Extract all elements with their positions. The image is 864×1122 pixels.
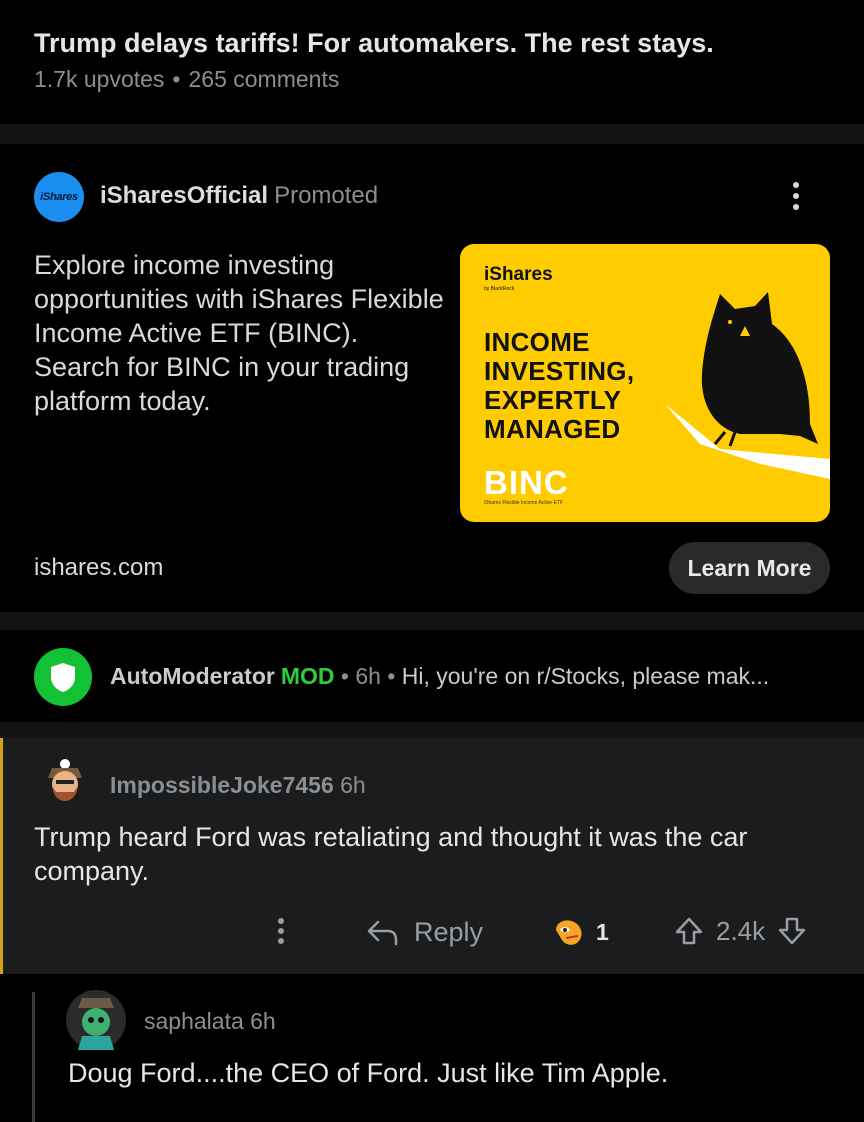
reply-button[interactable]: Reply [366, 914, 483, 950]
ad-overflow-menu-icon[interactable] [786, 178, 806, 214]
vote-score: 2.4k [716, 915, 766, 946]
comment-username[interactable]: ImpossibleJoke7456 [110, 772, 334, 798]
post-title[interactable]: Trump delays tariffs! For automakers. Th… [34, 28, 714, 59]
ad-image-brand: iShares [484, 264, 553, 285]
mod-badge: MOD [280, 663, 335, 689]
promoted-ad-card[interactable]: iShares iSharesOfficial Promoted Explore … [0, 144, 864, 612]
post-header: Trump delays tariffs! For automakers. Th… [0, 0, 864, 124]
ad-image-ticker-sub: iShares Flexible Income Active ETF [484, 500, 563, 506]
owl-on-branch-icon [665, 292, 830, 479]
user-avatar[interactable] [66, 990, 126, 1050]
award-icon [556, 920, 582, 945]
section-divider [0, 124, 864, 144]
headline-line: INVESTING, [484, 356, 635, 386]
section-divider [0, 612, 864, 630]
headline-line: INCOME [484, 327, 590, 357]
comment-time: 6h [340, 772, 366, 798]
advertiser-avatar-text: iShares [40, 191, 78, 203]
comment-overflow-menu-icon[interactable] [274, 916, 288, 946]
thread-line[interactable] [32, 992, 35, 1122]
ad-image[interactable]: iShares by BlackRock INCOME INVESTING, E… [460, 244, 830, 522]
upvote-count: 1.7k upvotes [34, 66, 165, 92]
comment-body: Trump heard Ford was retaliating and tho… [34, 822, 748, 886]
reply-label: Reply [414, 916, 484, 947]
automoderator-comment[interactable]: AutoModerator MOD • 6h • Hi, you're on r/… [0, 630, 864, 722]
comment-meta: saphalata 6h [144, 1008, 276, 1035]
vote-control: 2.4k [672, 914, 809, 948]
comment-saphalata[interactable]: saphalata 6h Doug Ford....the CEO of For… [0, 974, 864, 1122]
advertiser-name[interactable]: iSharesOfficial [100, 182, 268, 209]
comment-time: 6h [250, 1008, 276, 1034]
section-divider [0, 722, 864, 738]
automod-line: AutoModerator MOD • 6h • Hi, you're on r/… [110, 663, 769, 690]
advertiser-avatar[interactable]: iShares [34, 172, 84, 222]
ad-domain[interactable]: ishares.com [34, 554, 163, 582]
ad-image-ticker: BINC [484, 464, 569, 501]
award-count: 1 [596, 918, 609, 945]
automod-username[interactable]: AutoModerator [110, 663, 275, 689]
user-avatar[interactable] [38, 756, 92, 812]
downvote-icon[interactable] [775, 914, 809, 948]
automod-snippet: Hi, you're on r/Stocks, please mak... [401, 663, 770, 689]
advertiser-line: iSharesOfficial Promoted [100, 182, 378, 210]
reply-arrow-icon [367, 920, 398, 946]
learn-more-button[interactable]: Learn More [669, 542, 830, 594]
promoted-label: Promoted [274, 182, 379, 209]
comment-impossiblejoke[interactable]: ImpossibleJoke7456 6h Trump heard Ford w… [0, 738, 864, 974]
comment-body: Doug Ford....the CEO of Ford. Just like … [68, 1058, 669, 1088]
shield-icon[interactable] [34, 648, 92, 706]
award-button[interactable]: 1 [552, 916, 609, 948]
comment-count: 265 comments [188, 66, 340, 92]
ad-image-brand-sub: by BlackRock [484, 286, 515, 292]
automod-time: • 6h • [340, 663, 396, 689]
upvote-icon[interactable] [672, 914, 706, 948]
ad-image-headline: INCOME INVESTING, EXPERTLY MANAGED [484, 328, 634, 444]
post-meta: 1.7k upvotes • 265 comments [34, 66, 339, 93]
ad-body-text[interactable]: Explore income investing opportunities w… [34, 248, 444, 418]
headline-line: EXPERTLY [484, 385, 622, 415]
comment-username[interactable]: saphalata [144, 1008, 244, 1034]
meta-separator: • [172, 66, 181, 92]
comment-actions: Reply 1 2.4k [0, 910, 864, 954]
comment-meta: ImpossibleJoke7456 6h [110, 772, 366, 799]
headline-line: MANAGED [484, 414, 621, 444]
